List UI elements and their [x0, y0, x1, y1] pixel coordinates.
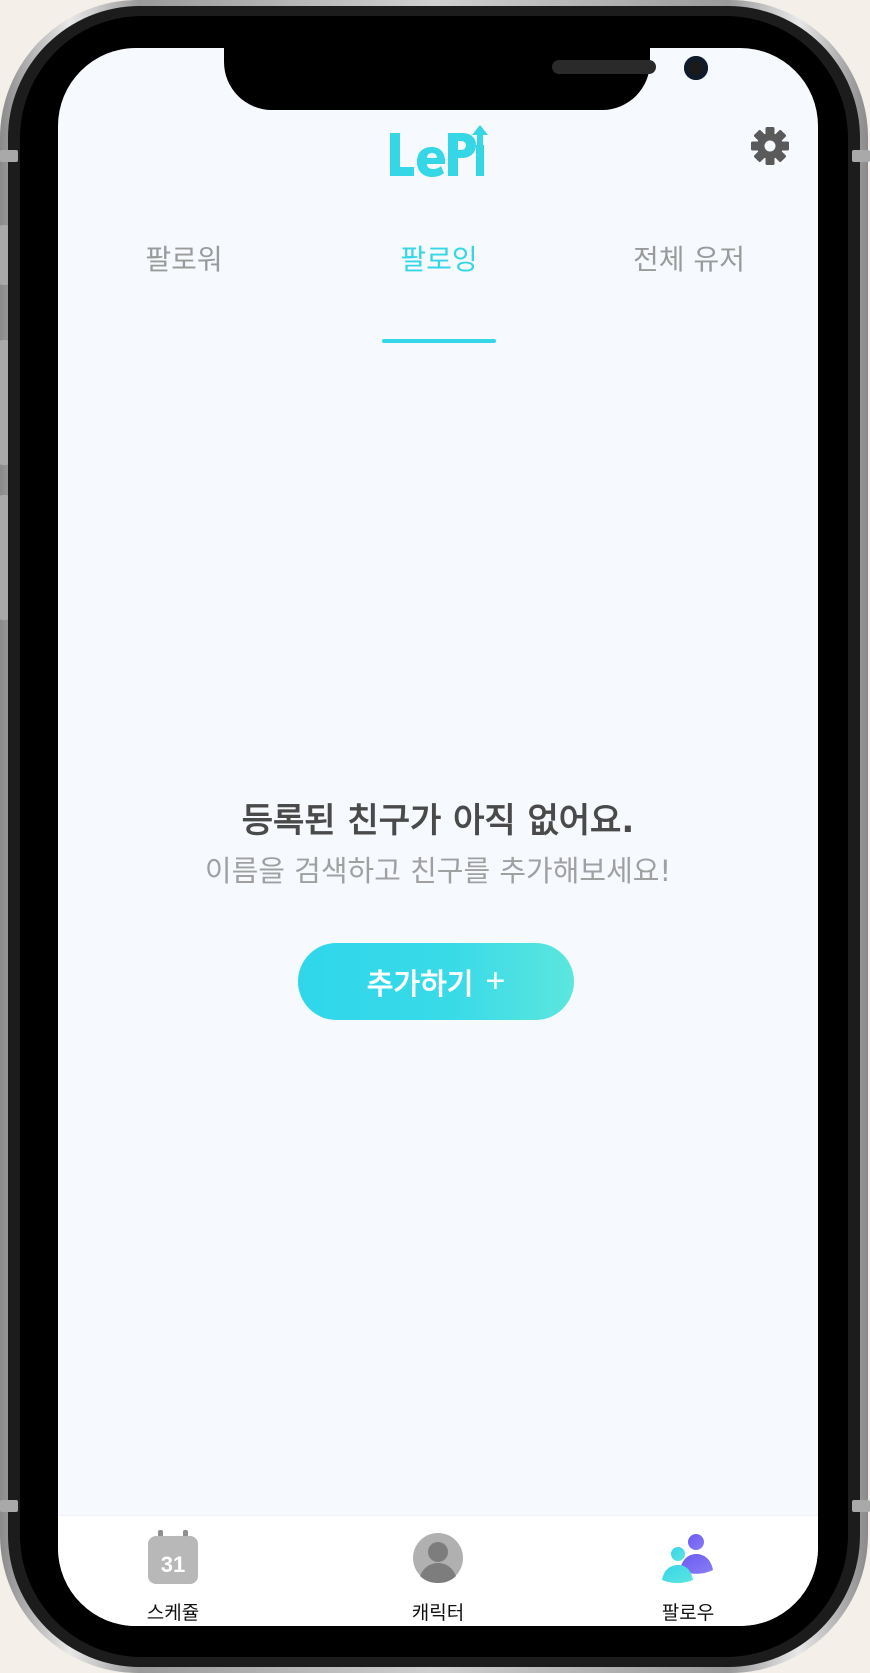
lepi-logo — [390, 125, 488, 177]
empty-state-subtitle: 이름을 검색하고 친구를 추가해보세요! — [204, 854, 672, 888]
add-friend-button-label: 추가하기 — [366, 968, 474, 1001]
app-screen: 팔로워 팔로잉 전체 유저 등록된 친구가 아직 없어요. 이름을 검색하고 친… — [58, 48, 818, 1626]
notch — [224, 48, 708, 110]
calendar-icon: 31 — [148, 1530, 198, 1584]
tab-all-users[interactable]: 전체 유저 — [589, 238, 789, 278]
phone-side-button — [0, 225, 8, 285]
camera — [684, 56, 708, 80]
speaker — [552, 60, 656, 74]
nav-item-follow[interactable]: 팔로우 — [588, 1516, 788, 1626]
gear-icon[interactable] — [750, 126, 790, 166]
nav-item-schedule[interactable]: 31 스케쥴 — [73, 1516, 273, 1626]
tab-following[interactable]: 팔로잉 — [339, 238, 539, 278]
phone-side-button — [852, 1500, 870, 1512]
empty-state-title: 등록된 친구가 아직 없어요. — [241, 801, 635, 841]
tab-followers[interactable]: 팔로워 — [84, 238, 284, 278]
person-icon — [413, 1533, 463, 1583]
nav-label-follow: 팔로우 — [661, 1602, 715, 1624]
bottom-navigation: 31 스케쥴 캐릭터 팔로우 — [58, 1515, 818, 1626]
plus-icon: + — [485, 962, 506, 1000]
phone-side-button — [852, 150, 870, 162]
people-icon — [662, 1534, 713, 1583]
nav-label-character: 캐릭터 — [411, 1602, 465, 1624]
phone-side-button — [0, 495, 8, 620]
phone-side-button — [0, 340, 8, 465]
nav-item-character[interactable]: 캐릭터 — [338, 1516, 538, 1626]
phone-side-button — [0, 1500, 18, 1512]
active-tab-indicator — [382, 339, 496, 343]
add-friend-button[interactable]: 추가하기 + — [298, 943, 574, 1020]
svg-text:31: 31 — [161, 1552, 185, 1577]
tab-bar: 팔로워 팔로잉 전체 유저 — [58, 218, 818, 343]
nav-label-schedule: 스케쥴 — [146, 1602, 200, 1624]
phone-side-button — [0, 150, 18, 162]
